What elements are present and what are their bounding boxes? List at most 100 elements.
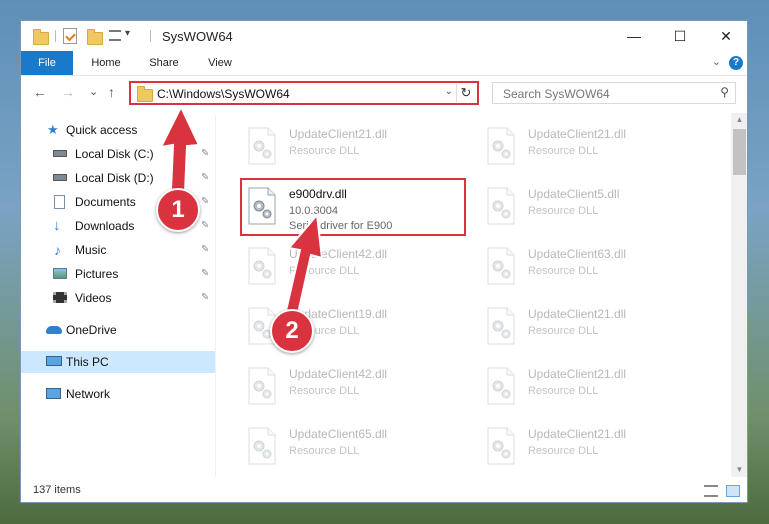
close-button[interactable]: ✕: [703, 21, 747, 51]
videos-icon: [53, 292, 67, 303]
tab-view[interactable]: View: [197, 51, 243, 75]
pin-icon[interactable]: ✎: [201, 143, 209, 165]
file-description: Resource DLL: [289, 445, 360, 457]
file-item[interactable]: UpdateClient21.dll Resource DLL: [241, 121, 461, 177]
file-item[interactable]: UpdateClient63.dll Resource DLL: [480, 241, 700, 297]
pin-icon[interactable]: ✎: [201, 263, 209, 285]
nav-pictures[interactable]: Pictures ✎: [21, 263, 215, 285]
file-description: Resource DLL: [528, 205, 599, 217]
nav-local-disk-d[interactable]: Local Disk (D:) ✎: [21, 167, 215, 189]
search-input[interactable]: [501, 86, 705, 102]
dll-file-icon: [248, 427, 276, 465]
search-box[interactable]: ⚲: [492, 82, 736, 104]
scroll-up-icon[interactable]: ▲: [731, 113, 747, 127]
tab-home[interactable]: Home: [83, 51, 129, 75]
customize-toolbar-icon[interactable]: [109, 30, 121, 41]
nav-label: Local Disk (C:): [75, 147, 154, 161]
nav-quick-access[interactable]: ★ Quick access: [21, 119, 215, 141]
help-icon[interactable]: ?: [729, 56, 743, 70]
folder-icon: [33, 29, 49, 45]
nav-onedrive[interactable]: OneDrive: [21, 319, 215, 341]
scroll-down-icon[interactable]: ▼: [731, 463, 747, 477]
minimize-button[interactable]: —: [611, 21, 657, 51]
scroll-thumb[interactable]: [733, 129, 746, 175]
nav-label: Videos: [75, 291, 112, 305]
nav-label: Pictures: [75, 267, 119, 281]
file-item[interactable]: UpdateClient21.dll Resource DLL: [480, 121, 700, 177]
details-view-icon[interactable]: [704, 485, 718, 497]
pictures-icon: [53, 268, 67, 279]
back-button[interactable]: ←: [33, 84, 47, 100]
refresh-button[interactable]: ↻: [456, 84, 475, 102]
file-description: Resource DLL: [289, 145, 360, 157]
dll-file-icon: [487, 187, 515, 225]
file-item[interactable]: UpdateClient21.dll Resource DLL: [480, 361, 700, 417]
file-item[interactable]: UpdateClient21.dll Resource DLL: [480, 421, 700, 477]
up-button[interactable]: ↑: [108, 84, 115, 100]
file-description: Resource DLL: [528, 265, 599, 277]
dll-file-icon: [248, 187, 276, 225]
pin-icon[interactable]: ✎: [201, 191, 209, 213]
file-item[interactable]: UpdateClient21.dll Resource DLL: [480, 301, 700, 357]
dll-file-icon: [248, 247, 276, 285]
large-icons-view-icon[interactable]: [726, 485, 740, 497]
nav-music[interactable]: ♪ Music ✎: [21, 239, 215, 261]
item-count: 137 items: [33, 484, 81, 496]
computer-icon: [46, 356, 62, 366]
file-description: Resource DLL: [528, 445, 599, 457]
address-bar[interactable]: C:\Windows\SysWOW64 ⌄ ↻: [129, 81, 479, 105]
nav-label: OneDrive: [66, 323, 117, 337]
ribbon-expand-icon[interactable]: ⌄: [712, 55, 721, 68]
star-icon: ★: [47, 122, 59, 137]
dll-file-icon: [248, 127, 276, 165]
nav-network[interactable]: Network: [21, 383, 215, 405]
maximize-button[interactable]: ☐: [657, 21, 703, 51]
address-path[interactable]: C:\Windows\SysWOW64: [157, 87, 290, 101]
file-name: UpdateClient21.dll: [528, 127, 627, 141]
dll-file-icon: [487, 427, 515, 465]
pin-icon[interactable]: ✎: [201, 287, 209, 309]
download-icon: ↓: [53, 217, 61, 234]
navigation-bar: ← → ⌄ ↑ C:\Windows\SysWOW64 ⌄ ↻ ⚲: [21, 76, 747, 110]
file-name: UpdateClient42.dll: [289, 247, 388, 261]
drive-icon: [53, 150, 67, 157]
file-item[interactable]: UpdateClient65.dll Resource DLL: [241, 421, 461, 477]
new-folder-icon[interactable]: [87, 29, 103, 45]
title-divider: [150, 30, 151, 42]
file-name: UpdateClient5.dll: [528, 187, 620, 201]
file-item-e900drv[interactable]: e900drv.dll 10.0.3004 Serial driver for E9…: [241, 181, 461, 237]
file-item[interactable]: UpdateClient42.dll Resource DLL: [241, 241, 461, 297]
nav-label: Downloads: [75, 219, 135, 233]
music-icon: ♪: [54, 242, 61, 258]
nav-videos[interactable]: Videos ✎: [21, 287, 215, 309]
toolbar-divider: [55, 30, 56, 42]
chevron-down-icon[interactable]: ▾: [125, 28, 130, 39]
vertical-scrollbar[interactable]: ▲ ▼: [731, 113, 747, 477]
step-2-badge: 2: [270, 309, 314, 353]
pin-icon[interactable]: ✎: [201, 167, 209, 189]
properties-icon[interactable]: [63, 28, 77, 44]
dll-file-icon: [487, 367, 515, 405]
forward-button[interactable]: →: [61, 84, 75, 100]
title-bar: ▾ SysWOW64 — ☐ ✕: [21, 21, 747, 51]
tab-share[interactable]: Share: [141, 51, 187, 75]
address-dropdown-icon[interactable]: ⌄: [445, 86, 453, 97]
window-title: SysWOW64: [162, 29, 233, 44]
file-item[interactable]: UpdateClient5.dll Resource DLL: [480, 181, 700, 237]
file-description: 10.0.3004: [289, 205, 338, 217]
file-item[interactable]: UpdateClient42.dll Resource DLL: [241, 361, 461, 417]
pin-icon[interactable]: ✎: [201, 239, 209, 261]
network-icon: [46, 388, 61, 399]
file-description: Resource DLL: [528, 385, 599, 397]
tab-file[interactable]: File: [21, 51, 73, 75]
file-description: Resource DLL: [528, 145, 599, 157]
file-name: UpdateClient21.dll: [528, 427, 627, 441]
file-name: UpdateClient21.dll: [528, 307, 627, 321]
file-name: UpdateClient42.dll: [289, 367, 388, 381]
nav-label: Documents: [75, 195, 136, 209]
recent-locations-button[interactable]: ⌄: [89, 85, 98, 98]
search-icon[interactable]: ⚲: [720, 85, 729, 99]
nav-this-pc[interactable]: This PC: [21, 351, 215, 373]
nav-local-disk-c[interactable]: Local Disk (C:) ✎: [21, 143, 215, 165]
pin-icon[interactable]: ✎: [201, 215, 209, 237]
